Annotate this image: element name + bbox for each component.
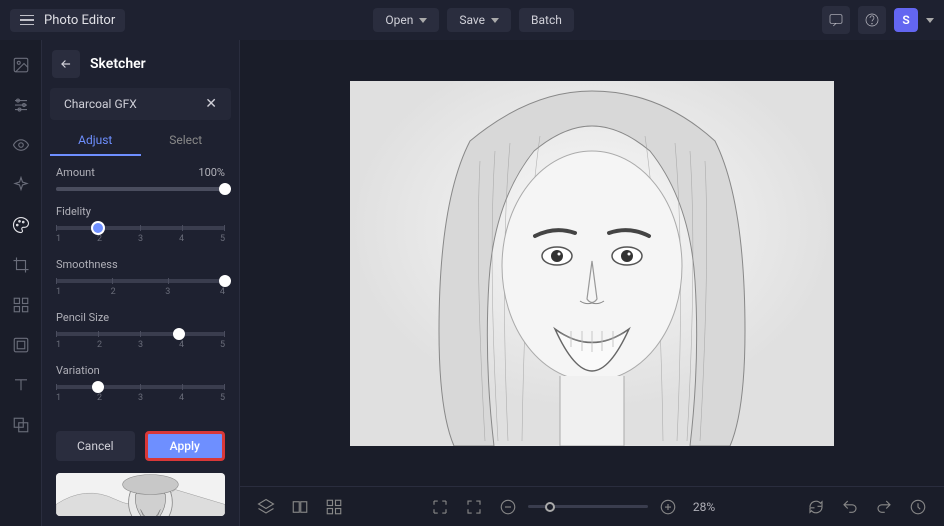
topbar: Photo Editor Open Save Batch S: [0, 0, 944, 40]
close-icon[interactable]: ✕: [205, 96, 217, 112]
tool-sliders-icon[interactable]: [10, 94, 32, 116]
pencil-slider[interactable]: [56, 332, 225, 336]
panel-title: Sketcher: [90, 56, 146, 72]
effect-name: Charcoal GFX: [64, 97, 137, 111]
zoom-value: 28%: [688, 500, 720, 514]
fit-icon[interactable]: [464, 497, 484, 517]
tool-text-icon[interactable]: [10, 374, 32, 396]
smoothness-slider[interactable]: [56, 279, 225, 283]
zoom-out-icon[interactable]: [498, 497, 518, 517]
grid-icon[interactable]: [324, 497, 344, 517]
tool-image-icon[interactable]: [10, 54, 32, 76]
fullscreen-icon[interactable]: [430, 497, 450, 517]
bottom-bar: 28%: [240, 486, 944, 526]
tool-eye-icon[interactable]: [10, 134, 32, 156]
tab-select[interactable]: Select: [141, 126, 232, 156]
app-menu[interactable]: Photo Editor: [10, 9, 125, 32]
tool-palette-icon[interactable]: [10, 214, 32, 236]
history-icon[interactable]: [908, 497, 928, 517]
control-fidelity: Fidelity 12345: [56, 205, 225, 244]
comment-icon[interactable]: [822, 6, 850, 34]
tab-adjust[interactable]: Adjust: [50, 126, 141, 156]
back-button[interactable]: [52, 50, 80, 78]
canvas-viewport[interactable]: [240, 40, 944, 486]
tool-rail: [0, 40, 42, 526]
tool-frame-icon[interactable]: [10, 334, 32, 356]
side-panel: Sketcher Charcoal GFX ✕ Adjust Select Am…: [42, 40, 240, 526]
refresh-icon[interactable]: [806, 497, 826, 517]
zoom-slider[interactable]: [528, 505, 648, 508]
chevron-down-icon[interactable]: [926, 18, 934, 23]
help-icon[interactable]: [858, 6, 886, 34]
apply-button[interactable]: Apply: [145, 431, 226, 461]
tool-sparkle-icon[interactable]: [10, 174, 32, 196]
batch-button[interactable]: Batch: [519, 8, 574, 32]
undo-icon[interactable]: [840, 497, 860, 517]
control-variation: Variation 12345: [56, 364, 225, 403]
variation-slider[interactable]: [56, 385, 225, 389]
zoom-in-icon[interactable]: [658, 497, 678, 517]
control-amount: Amount100%: [56, 166, 225, 191]
preview-thumbnail[interactable]: [56, 473, 225, 516]
amount-slider[interactable]: [56, 187, 225, 191]
tool-shapes-icon[interactable]: [10, 294, 32, 316]
open-button[interactable]: Open: [373, 8, 439, 32]
tool-crop-icon[interactable]: [10, 254, 32, 276]
control-smoothness: Smoothness 1234: [56, 258, 225, 297]
fidelity-slider[interactable]: [56, 226, 225, 230]
hamburger-icon: [20, 15, 34, 26]
control-pencil-size: Pencil Size 12345: [56, 311, 225, 350]
redo-icon[interactable]: [874, 497, 894, 517]
cancel-button[interactable]: Cancel: [56, 431, 135, 461]
chevron-down-icon: [419, 18, 427, 23]
app-title: Photo Editor: [44, 13, 115, 28]
effect-chip: Charcoal GFX ✕: [50, 88, 231, 120]
avatar[interactable]: S: [894, 8, 918, 32]
chevron-down-icon: [491, 18, 499, 23]
tool-layers-icon[interactable]: [10, 414, 32, 436]
compare-icon[interactable]: [290, 497, 310, 517]
save-button[interactable]: Save: [447, 8, 511, 32]
canvas-image: [350, 81, 834, 446]
layers-icon[interactable]: [256, 497, 276, 517]
